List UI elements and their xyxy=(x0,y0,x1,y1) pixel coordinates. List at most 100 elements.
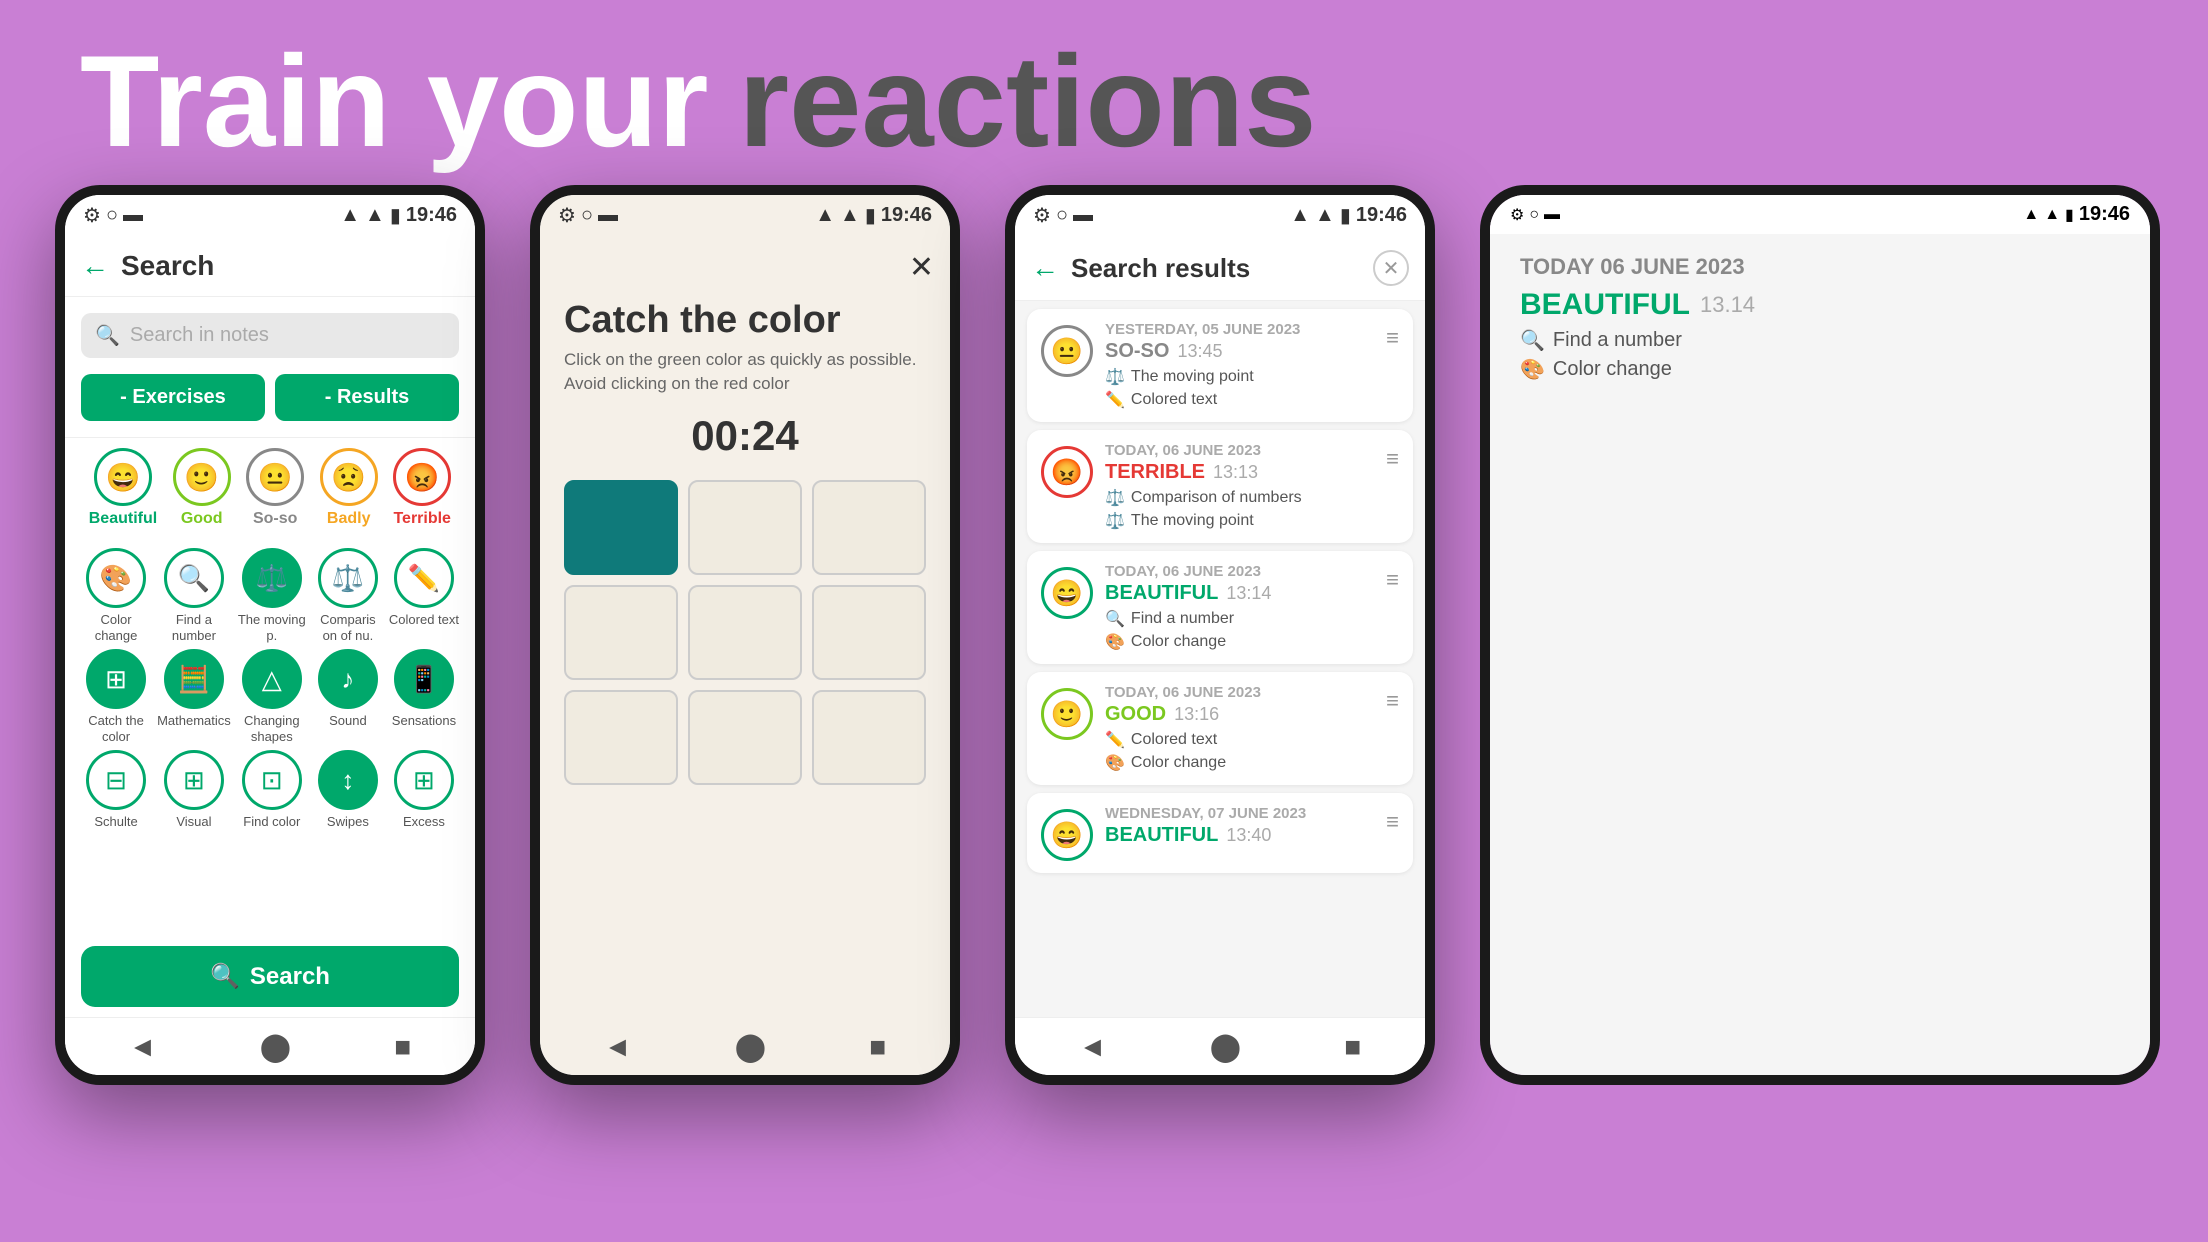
mood-badly[interactable]: 😟 Badly xyxy=(320,448,378,528)
color-cell-2[interactable] xyxy=(812,480,926,575)
color-cell-3[interactable] xyxy=(564,585,678,680)
result-time-2: 13:14 xyxy=(1226,583,1271,604)
color-cell-6[interactable] xyxy=(564,690,678,785)
mood-terrible[interactable]: 😡 Terrible xyxy=(393,448,451,528)
result-time-3: 13:16 xyxy=(1174,704,1219,725)
exercise-item-13[interactable]: ↕Swipes xyxy=(313,750,383,830)
exercise-icon-1: 🔍 xyxy=(164,548,224,608)
nav-home-button[interactable]: ⬤ xyxy=(260,1030,291,1063)
exercise-item-2[interactable]: ⚖️The moving p. xyxy=(237,548,307,643)
sp-status-left: ⚙ ○ ▬ xyxy=(1510,205,1560,225)
exercise-item-5[interactable]: ⊞Catch the color xyxy=(81,649,151,744)
close-game-button[interactable]: ✕ xyxy=(909,250,934,285)
nav-back-button[interactable]: ◄ xyxy=(129,1031,157,1063)
exercise-label-4: Colored text xyxy=(389,612,459,628)
result-mood-row-4: BEAUTIFUL13:40 xyxy=(1105,824,1374,847)
exercise-item-1[interactable]: 🔍 Find a number xyxy=(157,548,231,643)
result-card-4[interactable]: 😄 WEDNESDAY, 07 JUNE 2023 BEAUTIFUL13:40 ≡ xyxy=(1027,793,1413,873)
search-input-container[interactable]: 🔍 Search in notes xyxy=(81,313,459,358)
exercise-item-3[interactable]: ⚖️Comparis on of nu. xyxy=(313,548,383,643)
battery-icon-2: ▬ xyxy=(598,204,618,227)
results-filter-button[interactable]: - Results xyxy=(275,374,459,421)
nav-back-button-3[interactable]: ◄ xyxy=(1079,1031,1107,1063)
screenshot-panel: ⚙ ○ ▬ ▲ ▲ ▮ 19:46 TODAY 06 JUNE 2023 BEA… xyxy=(1480,185,2160,1085)
result-exercises-2: 🔍Find a number🎨Color change xyxy=(1105,609,1374,652)
result-card-2[interactable]: 😄TODAY, 06 JUNE 2023BEAUTIFUL13:14🔍Find … xyxy=(1027,551,1413,664)
result-ex-label-2-1: Color change xyxy=(1131,633,1226,651)
search-bottom-icon: 🔍 xyxy=(210,962,240,991)
exercise-item-4[interactable]: ✏️Colored text xyxy=(389,548,459,643)
exercise-item-7[interactable]: △Changing shapes xyxy=(237,649,307,744)
nav-bar-2: ◄ ⬤ ■ xyxy=(540,1018,950,1075)
results-close-button[interactable]: ✕ xyxy=(1373,250,1409,286)
settings-icon: ⚙ xyxy=(83,203,101,228)
status-time-2: 19:46 xyxy=(881,204,932,227)
result-menu-2[interactable]: ≡ xyxy=(1386,567,1399,593)
battery-right-icon-3: ▮ xyxy=(1340,203,1351,228)
mood-soso[interactable]: 😐 So-so xyxy=(246,448,304,528)
circle-icon-2: ○ xyxy=(581,204,593,227)
status-icons-right: ▲ ▲ ▮ 19:46 xyxy=(340,203,457,228)
mood-good[interactable]: 🙂 Good xyxy=(173,448,231,528)
color-cell-0[interactable] xyxy=(564,480,678,575)
exercise-item-6[interactable]: 🧮Mathematics xyxy=(157,649,231,744)
exercise-item-10[interactable]: ⊟Schulte xyxy=(81,750,151,830)
mood-beautiful[interactable]: 😄 Beautiful xyxy=(89,448,157,528)
nav-recents-button-2[interactable]: ■ xyxy=(869,1031,886,1063)
color-cell-4[interactable] xyxy=(688,585,802,680)
sp-mood-label: BEAUTIFUL xyxy=(1520,288,1690,322)
battery-icon: ▬ xyxy=(123,204,143,227)
nav-back-button-2[interactable]: ◄ xyxy=(604,1031,632,1063)
game-title: Catch the color xyxy=(540,299,950,342)
color-cell-7[interactable] xyxy=(688,690,802,785)
exercise-item-11[interactable]: ⊞Visual xyxy=(157,750,231,830)
result-exercise-2-0: 🔍Find a number xyxy=(1105,609,1374,629)
result-card-0[interactable]: 😐YESTERDAY, 05 JUNE 2023SO-SO13:45⚖️The … xyxy=(1027,309,1413,422)
game-timer: 00:24 xyxy=(540,412,950,460)
back-arrow-icon[interactable]: ← xyxy=(81,250,109,282)
result-date-4: WEDNESDAY, 07 JUNE 2023 xyxy=(1105,805,1374,822)
nav-home-button-2[interactable]: ⬤ xyxy=(735,1030,766,1063)
nav-home-button-3[interactable]: ⬤ xyxy=(1210,1030,1241,1063)
result-mood-row-2: BEAUTIFUL13:14 xyxy=(1105,582,1374,605)
search-bottom-button[interactable]: 🔍 Search xyxy=(81,946,459,1007)
exercise-item-0[interactable]: 🎨Color change xyxy=(81,548,151,643)
exercise-item-8[interactable]: ♪Sound xyxy=(313,649,383,744)
result-face-0: 😐 xyxy=(1041,325,1093,377)
color-cell-1[interactable] xyxy=(688,480,802,575)
nav-bar-1: ◄ ⬤ ■ xyxy=(65,1017,475,1075)
battery-right-icon-2: ▮ xyxy=(865,203,876,228)
result-mood-label-0: SO-SO xyxy=(1105,340,1169,363)
results-back-button[interactable]: ← xyxy=(1031,252,1059,284)
sp-wifi-icon: ▲ xyxy=(2044,206,2060,224)
exercise-item-12[interactable]: ⊡Find color xyxy=(237,750,307,830)
result-menu-4[interactable]: ≡ xyxy=(1386,809,1399,835)
nav-recents-button-3[interactable]: ■ xyxy=(1344,1031,1361,1063)
color-cell-5[interactable] xyxy=(812,585,926,680)
color-cell-8[interactable] xyxy=(812,690,926,785)
exercise-label-1: Find a number xyxy=(157,612,231,643)
exercise-item-9[interactable]: 📱Sensations xyxy=(389,649,459,744)
sp-color-label: Color change xyxy=(1553,358,1672,381)
result-exercise-1-0: ⚖️Comparison of numbers xyxy=(1105,488,1374,508)
result-ex-icon-0-0: ⚖️ xyxy=(1105,367,1125,387)
result-menu-1[interactable]: ≡ xyxy=(1386,446,1399,472)
nav-recents-button[interactable]: ■ xyxy=(394,1031,411,1063)
exercise-icon-12: ⊡ xyxy=(242,750,302,810)
result-ex-label-1-1: The moving point xyxy=(1131,512,1254,530)
result-menu-3[interactable]: ≡ xyxy=(1386,688,1399,714)
exercise-item-14[interactable]: ⊞Excess xyxy=(389,750,459,830)
result-info-2: TODAY, 06 JUNE 2023BEAUTIFUL13:14🔍Find a… xyxy=(1105,563,1374,652)
sp-exercise-color: 🎨 Color change xyxy=(1520,357,2120,382)
result-ex-label-0-1: Colored text xyxy=(1131,391,1217,409)
result-card-3[interactable]: 🙂TODAY, 06 JUNE 2023GOOD13:16✏️Colored t… xyxy=(1027,672,1413,785)
result-menu-0[interactable]: ≡ xyxy=(1386,325,1399,351)
result-face-4: 😄 xyxy=(1041,809,1093,861)
exercise-icon-6: 🧮 xyxy=(164,649,224,709)
result-card-1[interactable]: 😡TODAY, 06 JUNE 2023TERRIBLE13:13⚖️Compa… xyxy=(1027,430,1413,543)
game-header: ✕ xyxy=(540,236,950,299)
wifi-icon-2: ▲ xyxy=(840,204,860,227)
exercise-label-5: Catch the color xyxy=(81,713,151,744)
exercises-filter-button[interactable]: - Exercises xyxy=(81,374,265,421)
exercise-label-8: Sound xyxy=(329,713,367,729)
